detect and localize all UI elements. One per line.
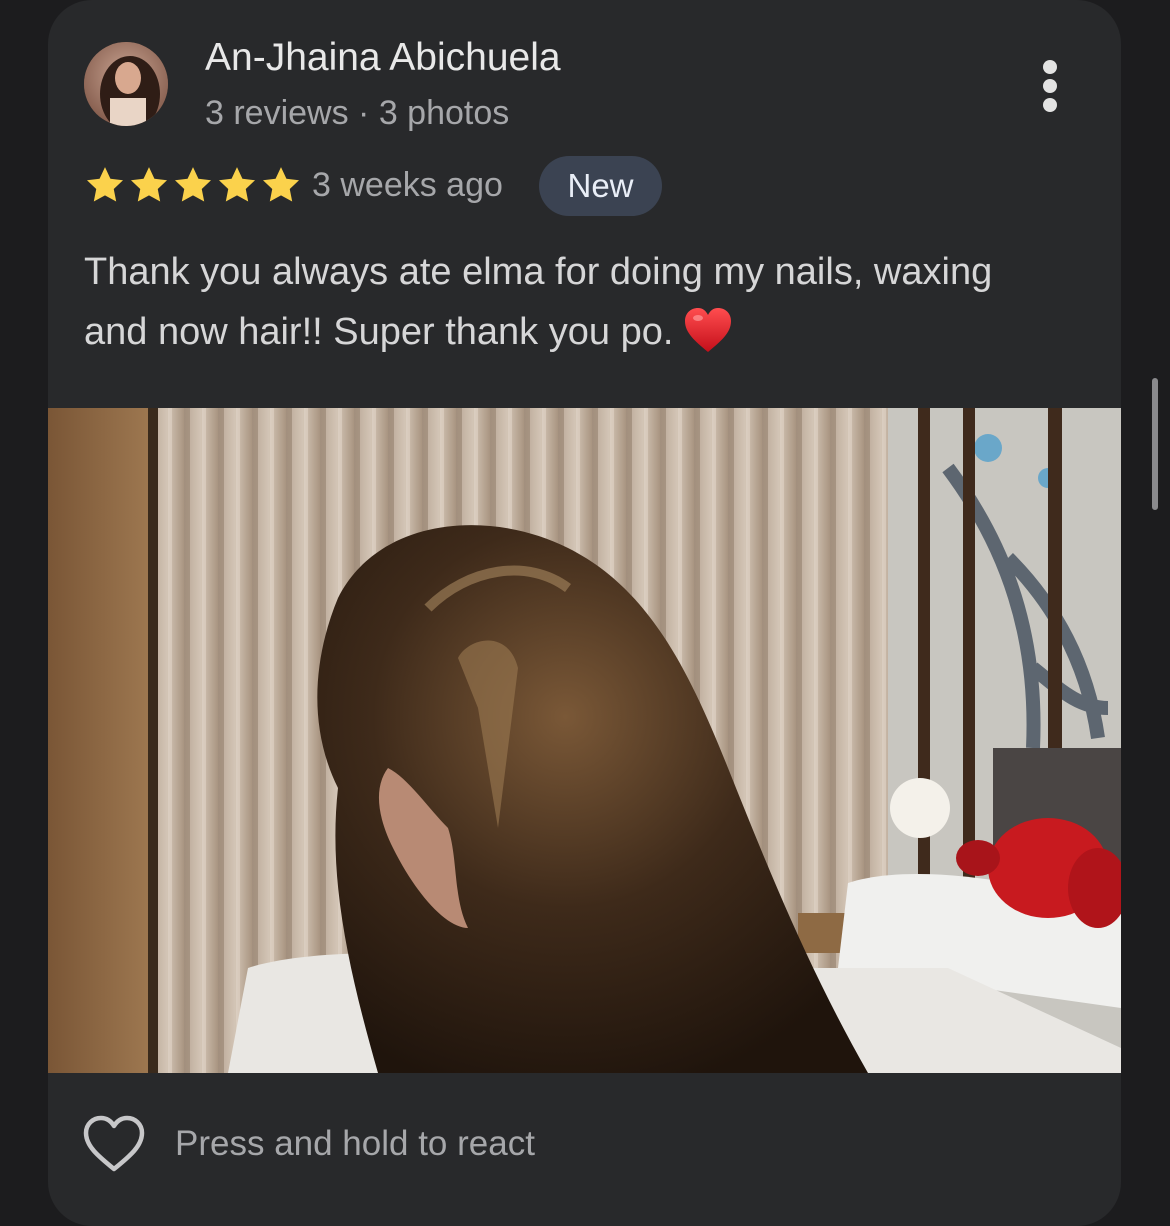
reviewer-avatar[interactable] [84, 42, 168, 126]
review-text-block: Thank you always ate elma for doing my n… [84, 242, 1064, 372]
star-icon [86, 167, 124, 202]
review-time: 3 weeks ago [312, 166, 503, 204]
react-hint-label: Press and hold to react [175, 1124, 535, 1163]
star-icon [174, 167, 212, 202]
star-icon [130, 167, 168, 202]
more-options-icon[interactable] [1030, 56, 1070, 116]
red-heart-emoji-icon [683, 306, 733, 372]
heart-outline-icon[interactable] [82, 1115, 146, 1173]
reviewer-name[interactable]: An-Jhaina Abichuela [205, 36, 561, 80]
reviewer-stats: 3 reviews · 3 photos [205, 94, 510, 132]
review-text: Thank you always ate elma for doing my n… [84, 251, 993, 353]
review-photo[interactable] [48, 408, 1121, 1073]
scrollbar-thumb[interactable] [1152, 378, 1158, 510]
review-card: An-Jhaina Abichuela 3 reviews · 3 photos… [48, 0, 1121, 1226]
star-icon [218, 167, 256, 202]
new-badge: New [539, 156, 662, 216]
star-rating [84, 164, 302, 208]
star-icon [262, 167, 300, 202]
